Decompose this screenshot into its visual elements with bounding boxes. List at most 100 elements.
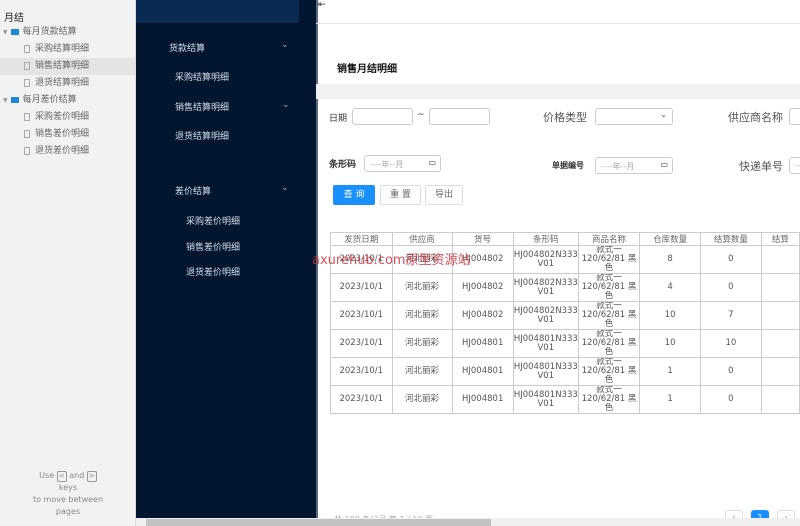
nav-item[interactable]: 销售结算明细 xyxy=(175,100,229,113)
nav-item[interactable]: 退货差价明细 xyxy=(186,265,240,278)
table-cell: 10 xyxy=(700,329,762,358)
table-cell: 款式一 120/62/81 黑色 xyxy=(577,357,641,386)
table-cell: 2023/10/1 xyxy=(330,385,393,414)
tree-item-selected[interactable]: 销售结算明细 xyxy=(0,58,135,75)
tree-item[interactable]: 采购结算明细 xyxy=(0,41,135,58)
barcode-input[interactable]: ----年--月 ▭ xyxy=(364,155,441,172)
export-button[interactable]: 导出 xyxy=(425,185,463,205)
table-cell: HJ004802 xyxy=(451,273,514,302)
tree-item[interactable]: 退货结算明细 xyxy=(0,75,135,92)
page-icon xyxy=(24,129,30,138)
table-cell: 0 xyxy=(700,385,762,414)
date-end-input[interactable] xyxy=(429,108,490,125)
right-key-icon: > xyxy=(86,471,97,482)
page-icon xyxy=(24,112,30,121)
tree-item[interactable]: 采购差价明细 xyxy=(0,109,135,126)
table-cell: 款式一 120/62/81 黑色 xyxy=(577,245,641,274)
doc-no-label: 单据编号 xyxy=(552,161,584,170)
table-cell: 河北丽彩 xyxy=(391,357,453,386)
table-cell: 2023/10/1 xyxy=(330,301,393,330)
column-header: 仓库数量 xyxy=(639,232,701,246)
chevron-down-icon: ⌄ xyxy=(282,100,290,110)
table-cell: HJ004802N333 V01 xyxy=(512,301,579,330)
placeholder: -- xyxy=(795,161,800,170)
nav-group-diff[interactable]: 差价结算 xyxy=(175,184,211,197)
caret-down-icon: ▼ xyxy=(3,97,8,104)
table-cell: 1 xyxy=(639,385,701,414)
table-cell: HJ004801 xyxy=(451,385,514,414)
left-key-icon: < xyxy=(56,471,67,482)
table-cell: 10 xyxy=(639,301,701,330)
table-cell xyxy=(760,329,800,358)
table-cell: 0 xyxy=(700,273,762,302)
page-icon xyxy=(24,44,30,53)
table-cell: 2023/10/1 xyxy=(330,357,393,386)
table-cell: 款式一 120/62/81 黑色 xyxy=(577,329,641,358)
folder-icon xyxy=(10,28,19,35)
doc-no-input[interactable]: ----年--月 ▭ xyxy=(595,157,673,174)
price-type-select[interactable]: ⌄ xyxy=(595,108,673,125)
table-cell: HJ004802N333 V01 xyxy=(512,273,579,302)
tree-item[interactable]: 退货差价明细 xyxy=(0,143,135,160)
column-header: 供应商 xyxy=(391,232,453,246)
table-row: 2023/10/1 河北丽彩 HJ004801 HJ004801N333 V01 款式一… xyxy=(330,385,800,414)
help-text: and xyxy=(69,471,85,480)
nav-item[interactable]: 销售差价明细 xyxy=(186,240,240,253)
table-row: 2023/10/1 河北丽彩 HJ004802 HJ004802N333 V01 款式一… xyxy=(330,301,800,330)
tree-folder-diff[interactable]: ▼ 每月差价结算 xyxy=(0,92,135,109)
table-cell xyxy=(760,385,800,414)
supplier-input[interactable] xyxy=(789,108,800,125)
date-label: 日期 xyxy=(329,114,348,124)
table-cell xyxy=(760,357,800,386)
folder-label: 每月货款结算 xyxy=(22,27,77,37)
date-start-input[interactable] xyxy=(352,108,413,125)
tree-item-label: 销售结算明细 xyxy=(35,61,90,71)
table-cell: HJ004801N333 V01 xyxy=(512,329,579,358)
nav-item[interactable]: 退货结算明细 xyxy=(175,129,229,142)
tree-folder-goods[interactable]: ▼ 每月货款结算 xyxy=(0,24,135,41)
column-header: 商品名称 xyxy=(577,232,641,246)
express-label: 快递单号 xyxy=(739,160,783,173)
table-cell: HJ004801N333 V01 xyxy=(512,357,579,386)
table-cell: 10 xyxy=(639,329,701,358)
table-cell: HJ004802N333 V01 xyxy=(512,245,579,274)
collapse-menu-icon[interactable]: ⇤ xyxy=(318,0,326,10)
chevron-down-icon: ⌄ xyxy=(660,110,667,119)
help-text: to move between xyxy=(32,495,104,504)
table-cell: 2023/10/1 xyxy=(330,329,393,358)
table-header-row: 发货日期 供应商 货号 条形码 商品名称 仓库数量 结算数量 结算 xyxy=(330,232,800,246)
scrollbar-thumb[interactable] xyxy=(146,519,491,526)
header-divider xyxy=(316,23,800,24)
table-cell: 1 xyxy=(639,357,701,386)
nav-group-payment[interactable]: 货款结算 xyxy=(169,41,205,54)
help-text: Use xyxy=(39,471,55,480)
date-separator: ~ xyxy=(417,110,425,120)
page-icon xyxy=(24,146,30,155)
table-row: 2023/10/1 河北丽彩 HJ004801 HJ004801N333 V01 款式一… xyxy=(330,329,800,358)
table-cell: HJ004801 xyxy=(451,357,514,386)
table-cell: 河北丽彩 xyxy=(391,329,453,358)
express-input[interactable]: -- xyxy=(789,157,800,174)
table-cell: 7 xyxy=(700,301,762,330)
help-text: pages xyxy=(55,507,81,516)
nav-item[interactable]: 采购差价明细 xyxy=(186,214,240,227)
tree-item-label: 退货差价明细 xyxy=(35,146,90,156)
page-title: 销售月结明细 xyxy=(337,64,397,75)
chevron-down-icon: ⌄ xyxy=(281,183,289,193)
tree-item[interactable]: 销售差价明细 xyxy=(0,126,135,143)
nav-item[interactable]: 采购结算明细 xyxy=(175,70,229,83)
supplier-label: 供应商名称 xyxy=(728,111,783,124)
reset-button[interactable]: 重 置 xyxy=(380,185,421,205)
watermark: axurehub.com原型资源站 xyxy=(312,253,471,268)
column-header: 结算 xyxy=(760,232,800,246)
placeholder: ----年--月 xyxy=(601,162,635,171)
table-cell: 8 xyxy=(639,245,701,274)
table-cell: 河北丽彩 xyxy=(391,273,453,302)
tree-item-label: 采购结算明细 xyxy=(35,44,90,54)
query-button[interactable]: 查 询 xyxy=(333,185,375,205)
folder-label: 每月差价结算 xyxy=(22,95,77,105)
table-cell: 0 xyxy=(700,245,762,274)
tree-item-label: 销售差价明细 xyxy=(35,129,90,139)
column-header: 结算数量 xyxy=(700,232,762,246)
page-tree-panel: 月结 ▼ 每月货款结算 采购结算明细 销售结算明细 退货结算明细 ▼ 每月差价结算 … xyxy=(0,0,136,526)
